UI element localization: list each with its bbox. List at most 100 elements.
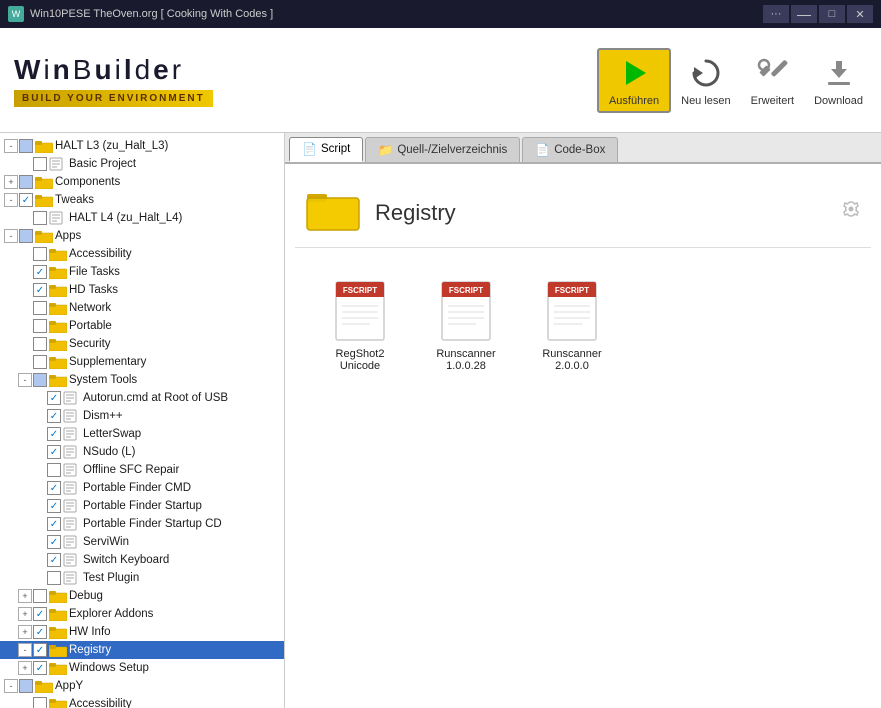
- tree-item[interactable]: + HW Info: [0, 623, 284, 641]
- tree-item[interactable]: + Windows Setup: [0, 659, 284, 677]
- checkbox[interactable]: [33, 625, 47, 639]
- tree-item[interactable]: ServiWin: [0, 533, 284, 551]
- tree-item[interactable]: Portable Finder Startup CD: [0, 515, 284, 533]
- code-tab-label: Code-Box: [554, 144, 605, 156]
- tree-item[interactable]: Switch Keyboard: [0, 551, 284, 569]
- tree-item[interactable]: - AppY: [0, 677, 284, 695]
- tree-item[interactable]: Accessibility: [0, 695, 284, 708]
- tree-item[interactable]: Dism++: [0, 407, 284, 425]
- folder-icon: [49, 283, 67, 297]
- expand-button[interactable]: -: [4, 679, 18, 693]
- more-button[interactable]: ···: [763, 5, 789, 23]
- checkbox[interactable]: [33, 283, 47, 297]
- checkbox[interactable]: [47, 499, 61, 513]
- ausfuhren-button[interactable]: Ausführen: [597, 48, 671, 113]
- tree-item[interactable]: - Tweaks: [0, 191, 284, 209]
- tree-item[interactable]: Portable Finder CMD: [0, 479, 284, 497]
- checkbox[interactable]: [47, 481, 61, 495]
- checkbox[interactable]: [19, 679, 33, 693]
- checkbox[interactable]: [33, 589, 47, 603]
- tree-item[interactable]: LetterSwap: [0, 425, 284, 443]
- expand-button[interactable]: +: [18, 625, 32, 639]
- checkbox[interactable]: [33, 355, 47, 369]
- checkbox[interactable]: [47, 535, 61, 549]
- tree-item[interactable]: + Explorer Addons: [0, 605, 284, 623]
- tree-item[interactable]: NSudo (L): [0, 443, 284, 461]
- tree-item[interactable]: Portable Finder Startup: [0, 497, 284, 515]
- wrench-toolbar-icon: [753, 54, 791, 92]
- checkbox[interactable]: [33, 697, 47, 708]
- close-button[interactable]: ✕: [847, 5, 873, 23]
- tree-item[interactable]: - System Tools: [0, 371, 284, 389]
- tree-item[interactable]: - Apps: [0, 227, 284, 245]
- script-label: Runscanner 2.0.0.0: [533, 348, 611, 372]
- checkbox[interactable]: [19, 175, 33, 189]
- expand-button[interactable]: -: [4, 193, 18, 207]
- tree-item[interactable]: HALT L4 (zu_Halt_L4): [0, 209, 284, 227]
- checkbox[interactable]: [33, 373, 47, 387]
- checkbox[interactable]: [19, 229, 33, 243]
- checkbox[interactable]: [33, 661, 47, 675]
- folder-icon: [49, 373, 67, 387]
- checkbox[interactable]: [33, 211, 47, 225]
- tree-item[interactable]: Test Plugin: [0, 569, 284, 587]
- neu-lesen-button[interactable]: Neu lesen: [671, 50, 741, 111]
- expand-button[interactable]: +: [4, 175, 18, 189]
- tree-item-label: Debug: [69, 590, 103, 602]
- checkbox[interactable]: [33, 265, 47, 279]
- checkbox[interactable]: [47, 463, 61, 477]
- checkbox[interactable]: [33, 319, 47, 333]
- minimize-button[interactable]: —: [791, 5, 817, 23]
- script-item[interactable]: FSCRIPT Runscanner 2.0.0.0: [527, 274, 617, 378]
- tree-item[interactable]: Basic Project: [0, 155, 284, 173]
- tree-item[interactable]: - HALT L3 (zu_Halt_L3): [0, 137, 284, 155]
- tree-item[interactable]: Supplementary: [0, 353, 284, 371]
- expand-button[interactable]: +: [18, 607, 32, 621]
- expand-button[interactable]: -: [18, 373, 32, 387]
- download-button[interactable]: Download: [804, 50, 873, 111]
- erweitert-button[interactable]: Erweitert: [741, 50, 804, 111]
- tree-item[interactable]: Network: [0, 299, 284, 317]
- checkbox[interactable]: [47, 409, 61, 423]
- tree-item[interactable]: + Components: [0, 173, 284, 191]
- checkbox[interactable]: [47, 445, 61, 459]
- tab-script[interactable]: 📄 Script: [289, 137, 363, 162]
- script-item[interactable]: FSCRIPT RegShot2 Unicode: [315, 274, 405, 378]
- checkbox[interactable]: [47, 553, 61, 567]
- expand-button[interactable]: +: [18, 589, 32, 603]
- tree-item[interactable]: + Debug: [0, 587, 284, 605]
- script-item[interactable]: FSCRIPT Runscanner 1.0.0.28: [421, 274, 511, 378]
- checkbox[interactable]: [47, 391, 61, 405]
- tree-item[interactable]: - Registry: [0, 641, 284, 659]
- checkbox[interactable]: [19, 193, 33, 207]
- checkbox[interactable]: [33, 643, 47, 657]
- expand-button[interactable]: -: [18, 643, 32, 657]
- tree-item[interactable]: Security: [0, 335, 284, 353]
- checkbox[interactable]: [19, 139, 33, 153]
- checkbox[interactable]: [47, 571, 61, 585]
- tab-code-box[interactable]: 📄 Code-Box: [522, 137, 618, 162]
- tree-item[interactable]: File Tasks: [0, 263, 284, 281]
- checkbox[interactable]: [47, 517, 61, 531]
- sidebar[interactable]: - HALT L3 (zu_Halt_L3) Basic Project+ Co…: [0, 133, 285, 708]
- maximize-button[interactable]: □: [819, 5, 845, 23]
- settings-icon[interactable]: [841, 200, 861, 225]
- expand-button[interactable]: +: [18, 661, 32, 675]
- tab-quell[interactable]: 📁 Quell-/Zielverzeichnis: [365, 137, 520, 162]
- tree-item[interactable]: Accessibility: [0, 245, 284, 263]
- checkbox[interactable]: [33, 157, 47, 171]
- file-icon: [63, 517, 81, 531]
- checkbox[interactable]: [33, 301, 47, 315]
- expand-button[interactable]: -: [4, 229, 18, 243]
- checkbox[interactable]: [47, 427, 61, 441]
- checkbox[interactable]: [33, 607, 47, 621]
- tree-item[interactable]: Offline SFC Repair: [0, 461, 284, 479]
- expand-button[interactable]: -: [4, 139, 18, 153]
- quell-tab-icon: 📁: [378, 143, 393, 157]
- erweitert-label: Erweitert: [751, 95, 794, 107]
- tree-item[interactable]: Portable: [0, 317, 284, 335]
- checkbox[interactable]: [33, 247, 47, 261]
- checkbox[interactable]: [33, 337, 47, 351]
- tree-item[interactable]: Autorun.cmd at Root of USB: [0, 389, 284, 407]
- tree-item[interactable]: HD Tasks: [0, 281, 284, 299]
